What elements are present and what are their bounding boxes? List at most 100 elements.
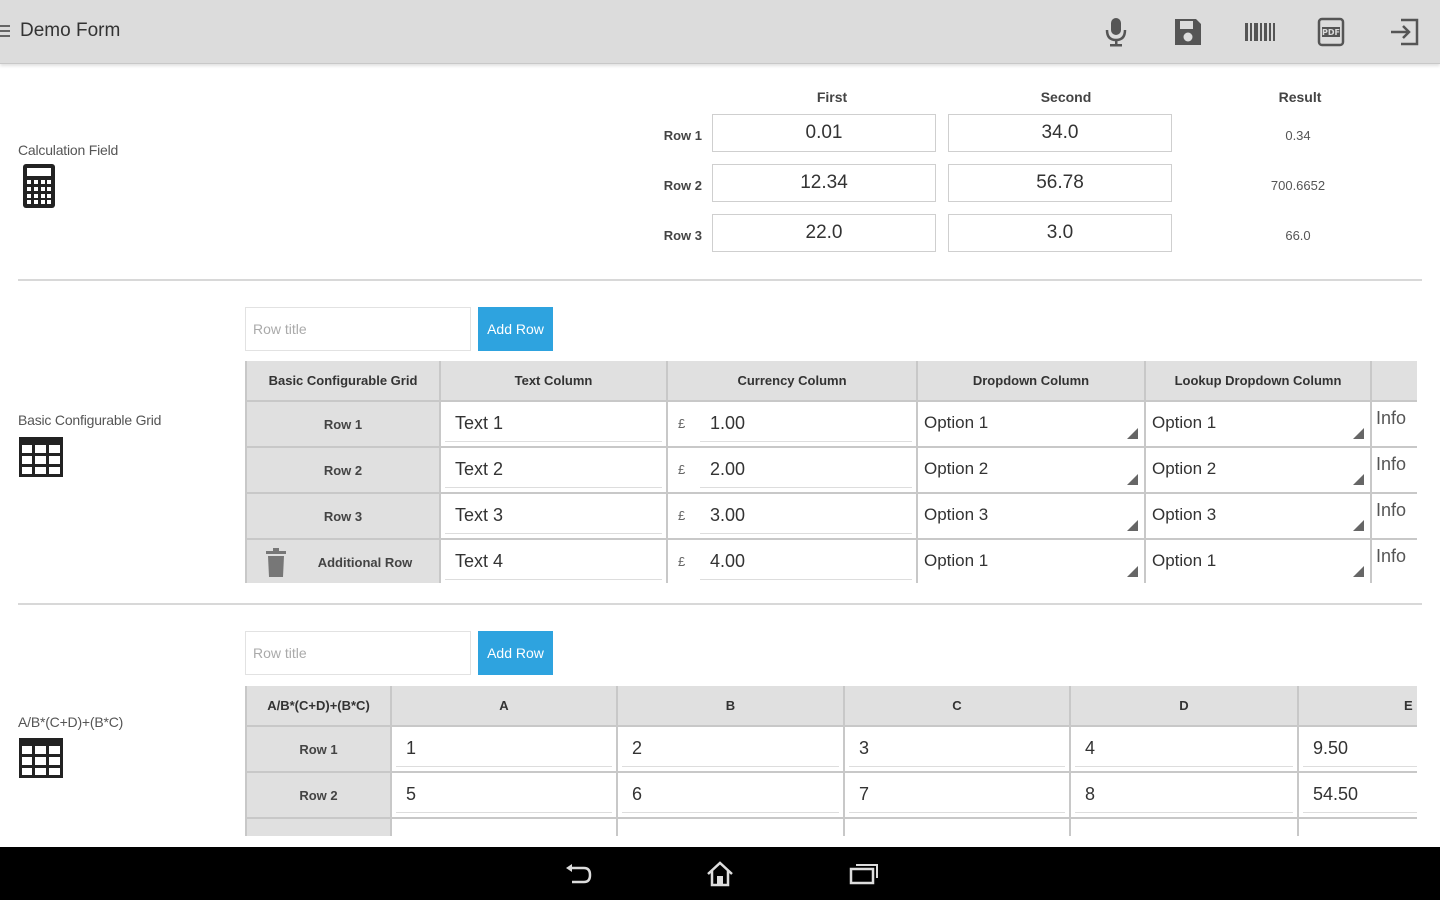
- action-bar: Demo Form PDF: [0, 0, 1440, 64]
- grid-icon: [18, 737, 64, 784]
- pdf-icon[interactable]: PDF: [1313, 14, 1349, 50]
- calc-first-input[interactable]: 12.34: [712, 164, 936, 202]
- text-cell-input[interactable]: Text 3: [445, 498, 662, 534]
- info-button[interactable]: Info: [1371, 447, 1417, 494]
- number-cell-input[interactable]: 5: [396, 777, 612, 813]
- dropdown-arrow-icon: [1353, 474, 1364, 485]
- table-cell[interactable]: [844, 818, 1071, 836]
- row-header: Row 1: [247, 726, 392, 773]
- row-title-input[interactable]: Row title: [245, 631, 471, 675]
- grid-header: Lookup Dropdown Column: [1145, 361, 1372, 402]
- grid-icon: [18, 436, 64, 483]
- currency-symbol: £: [678, 462, 686, 477]
- lookup-dropdown-cell[interactable]: Option 1: [1145, 401, 1372, 448]
- dropdown-cell[interactable]: Option 2: [917, 447, 1146, 494]
- text-cell-input[interactable]: Text 4: [445, 544, 662, 580]
- grid-header: B: [617, 686, 845, 727]
- dropdown-arrow-icon: [1353, 566, 1364, 577]
- home-icon[interactable]: [702, 859, 738, 889]
- table-row: Row 1 1 2 3 4 9.50: [247, 726, 1417, 773]
- row-header: Row 2: [247, 772, 392, 819]
- table-cell[interactable]: [391, 818, 618, 836]
- back-icon[interactable]: [560, 859, 596, 889]
- dropdown-cell[interactable]: Option 1: [917, 539, 1146, 583]
- grid-header: Basic Configurable Grid: [247, 361, 441, 402]
- lookup-dropdown-cell[interactable]: Option 1: [1145, 539, 1372, 583]
- svg-text:PDF: PDF: [1322, 28, 1340, 37]
- section-divider: [18, 603, 1422, 605]
- calc-second-input[interactable]: 34.0: [948, 114, 1172, 152]
- currency-symbol: £: [678, 508, 686, 523]
- lookup-value: Option 3: [1152, 505, 1217, 524]
- grid-header: C: [844, 686, 1071, 727]
- row-header: Row 1: [247, 401, 441, 448]
- info-button[interactable]: Info: [1371, 539, 1417, 583]
- add-row-button[interactable]: Add Row: [478, 631, 553, 675]
- row-title-input[interactable]: Row title: [245, 307, 471, 351]
- table-cell[interactable]: [1070, 818, 1299, 836]
- section-divider: [18, 279, 1422, 281]
- app-title: Demo Form: [20, 20, 121, 41]
- info-button[interactable]: Info: [1371, 493, 1417, 540]
- barcode-icon[interactable]: [1242, 14, 1278, 50]
- dropdown-value: Option 1: [924, 551, 989, 570]
- calc-header-first: First: [816, 89, 848, 105]
- currency-cell-input[interactable]: 4.00: [700, 544, 912, 580]
- dropdown-cell[interactable]: Option 3: [917, 493, 1146, 540]
- trash-icon[interactable]: [265, 548, 287, 578]
- calc-row-label: Row 1: [663, 128, 702, 143]
- calc-header-result: Result: [1278, 89, 1322, 105]
- formula-grid-label: A/B*(C+D)+(B*C): [18, 714, 124, 730]
- currency-cell-input[interactable]: 2.00: [700, 452, 912, 488]
- table-row: Additional Row Text 4 £4.00 Option 1 Opt…: [247, 539, 1417, 583]
- lookup-value: Option 2: [1152, 459, 1217, 478]
- basic-grid-label: Basic Configurable Grid: [18, 412, 162, 428]
- number-cell-input[interactable]: 8: [1075, 777, 1293, 813]
- row-header: Row 2: [247, 447, 441, 494]
- number-cell-input[interactable]: 2: [622, 731, 839, 767]
- calculation-field-label: Calculation Field: [18, 142, 119, 158]
- dropdown-value: Option 1: [924, 413, 989, 432]
- info-button[interactable]: Info: [1371, 401, 1417, 448]
- grid-header-row: A/B*(C+D)+(B*C) A B C D E: [247, 686, 1417, 727]
- dropdown-value: Option 2: [924, 459, 989, 478]
- number-cell-input[interactable]: 3: [849, 731, 1065, 767]
- lookup-dropdown-cell[interactable]: Option 3: [1145, 493, 1372, 540]
- table-row: Row 2 5 6 7 8 54.50: [247, 772, 1417, 819]
- number-cell-input[interactable]: 7: [849, 777, 1065, 813]
- form-content: Calculation Field First Second Result Ro…: [0, 64, 1440, 847]
- grid-header: A/B*(C+D)+(B*C): [247, 686, 392, 727]
- computed-cell: 54.50: [1303, 777, 1417, 813]
- table-cell[interactable]: [617, 818, 845, 836]
- add-row-button[interactable]: Add Row: [478, 307, 553, 351]
- text-cell-input[interactable]: Text 2: [445, 452, 662, 488]
- save-icon[interactable]: [1170, 14, 1206, 50]
- menu-icon[interactable]: [0, 25, 12, 39]
- row-header-label: Additional Row: [317, 554, 413, 570]
- calc-first-input[interactable]: 22.0: [712, 214, 936, 252]
- lookup-dropdown-cell[interactable]: Option 2: [1145, 447, 1372, 494]
- table-row: Row 1 Text 1 £1.00 Option 1 Option 1 Inf…: [247, 401, 1417, 448]
- dropdown-cell[interactable]: Option 1: [917, 401, 1146, 448]
- calculator-icon: [18, 162, 60, 215]
- table-cell: [1298, 818, 1417, 836]
- exit-icon[interactable]: [1386, 14, 1422, 50]
- number-cell-input[interactable]: 1: [396, 731, 612, 767]
- grid-header: Dropdown Column: [917, 361, 1146, 402]
- calc-second-input[interactable]: 56.78: [948, 164, 1172, 202]
- calc-row-label: Row 3: [663, 228, 702, 243]
- recents-icon[interactable]: [846, 859, 882, 889]
- currency-cell-input[interactable]: 1.00: [700, 406, 912, 442]
- number-cell-input[interactable]: 4: [1075, 731, 1293, 767]
- grid-header: D: [1070, 686, 1299, 727]
- grid-header: E: [1298, 686, 1417, 727]
- formula-grid: A/B*(C+D)+(B*C) A B C D E Row 1 1 2 3 4 …: [245, 686, 1417, 836]
- microphone-icon[interactable]: [1098, 14, 1134, 50]
- currency-cell-input[interactable]: 3.00: [700, 498, 912, 534]
- grid-header-row: Basic Configurable Grid Text Column Curr…: [247, 361, 1417, 402]
- computed-cell: 9.50: [1303, 731, 1417, 767]
- calc-first-input[interactable]: 0.01: [712, 114, 936, 152]
- number-cell-input[interactable]: 6: [622, 777, 839, 813]
- text-cell-input[interactable]: Text 1: [445, 406, 662, 442]
- calc-second-input[interactable]: 3.0: [948, 214, 1172, 252]
